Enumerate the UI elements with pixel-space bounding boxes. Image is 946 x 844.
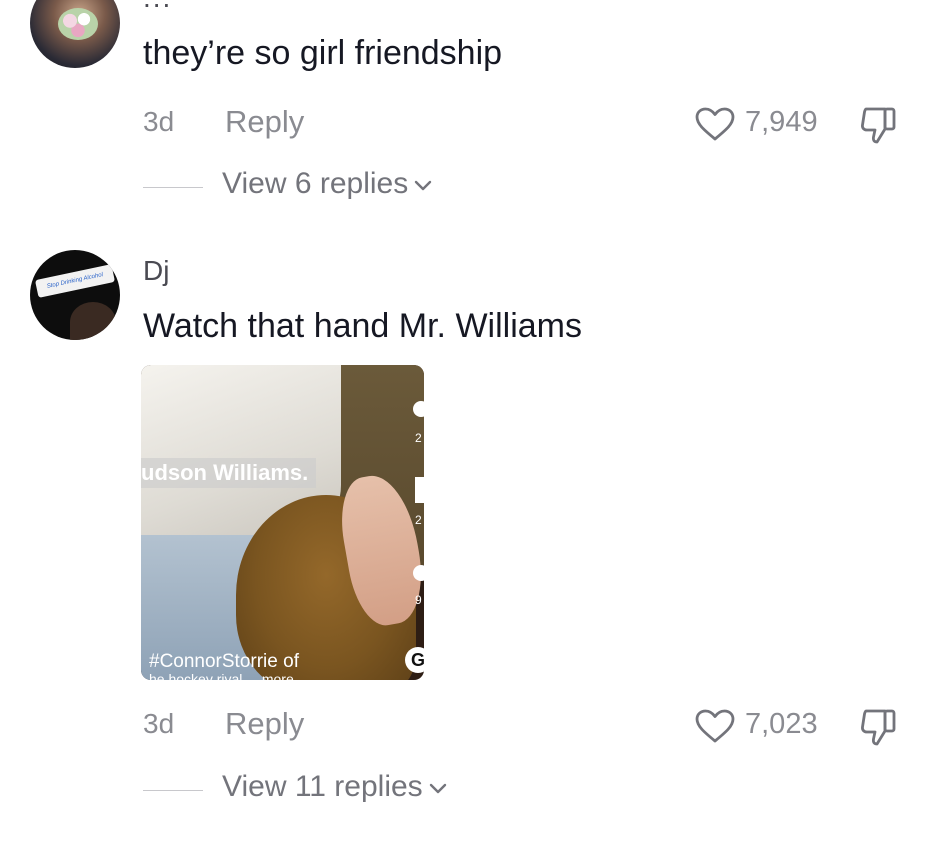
side-count: 9: [415, 593, 422, 607]
view-replies-label: View 11 replies: [222, 770, 423, 803]
comment-text: Watch that hand Mr. Williams: [143, 307, 582, 345]
reply-button[interactable]: Reply: [225, 706, 304, 742]
comment-media-thumbnail[interactable]: udson Williams. 2 2 9 #ConnorStorrie of …: [141, 365, 424, 680]
view-replies[interactable]: View 11 replies: [0, 770, 946, 810]
comment-icon: [415, 477, 424, 503]
video-caption-more: he hockey rival ... more: [149, 671, 294, 680]
comment-time: 3d: [143, 708, 175, 739]
comment-actions: 3d Reply 7,023: [0, 706, 946, 746]
avatar-icon: [413, 401, 424, 417]
video-caption: #ConnorStorrie of: [149, 651, 299, 672]
share-icon: [413, 565, 424, 581]
side-count: 2: [415, 431, 422, 445]
thumbs-down-icon[interactable]: [858, 707, 900, 747]
comment-2: Stop Drinking Alcohol Dj Watch that hand…: [0, 0, 946, 844]
view-replies-button[interactable]: View 11 replies: [222, 770, 447, 804]
heart-outline-icon[interactable]: [694, 708, 736, 744]
chevron-down-icon: [429, 783, 446, 794]
comment-username[interactable]: Dj: [143, 255, 169, 287]
avatar-sticker-text: Stop Drinking Alcohol: [34, 264, 116, 298]
commenter-avatar[interactable]: Stop Drinking Alcohol: [30, 250, 120, 340]
like-count: 7,023: [745, 708, 818, 740]
avatar-face: [70, 302, 116, 340]
side-count: 2: [415, 513, 422, 527]
divider-line: [143, 790, 203, 791]
g-logo-icon: G: [405, 647, 424, 673]
video-overlay-text: udson Williams.: [141, 458, 317, 488]
